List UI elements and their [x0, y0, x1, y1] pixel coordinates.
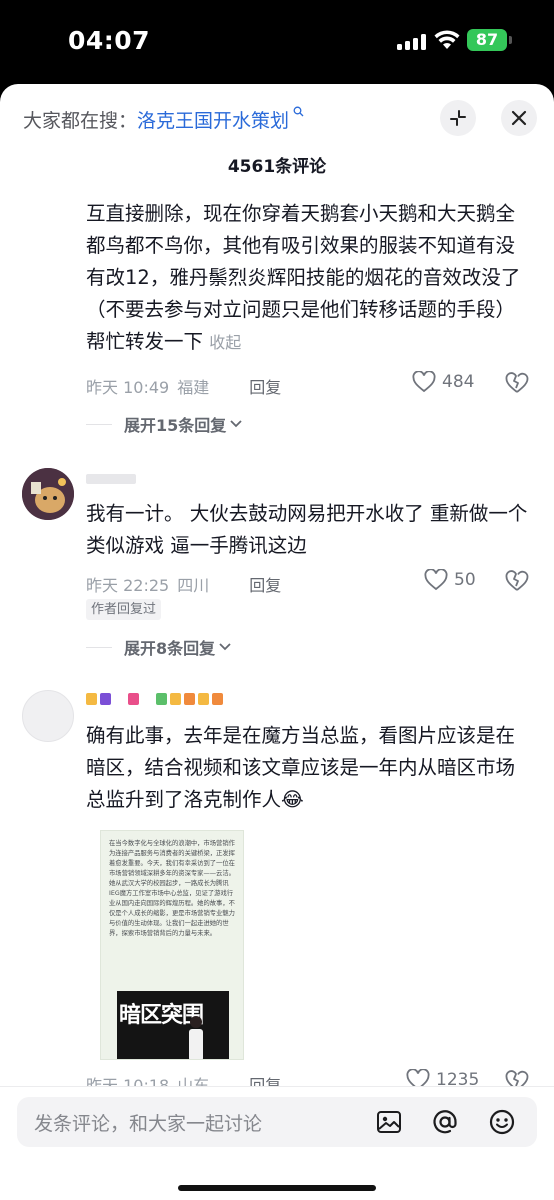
broken-heart-icon[interactable]: [505, 372, 529, 394]
close-button[interactable]: [501, 100, 537, 136]
broken-heart-icon[interactable]: [505, 570, 529, 592]
collapse-link[interactable]: 收起: [209, 333, 241, 352]
comment-time: 昨天 10:49: [86, 378, 170, 397]
laughing-emoji: 😂: [281, 788, 304, 811]
battery-icon: 87: [467, 29, 507, 51]
home-indicator: [178, 1185, 376, 1191]
avatar-image: [22, 468, 74, 520]
comments-sheet: 大家都在搜：洛克王国开水策划 4561条评论 互直接删除，现在你穿着天鹅套小天鹅…: [0, 84, 554, 1200]
close-icon: [511, 110, 527, 126]
like-count: 50: [454, 570, 476, 590]
search-hint[interactable]: 大家都在搜：洛克王国开水策划: [23, 106, 304, 133]
comment-count: 4561条评论: [227, 157, 327, 177]
avatar[interactable]: [22, 690, 74, 742]
heart-icon: [424, 569, 448, 591]
wifi-icon: [434, 30, 460, 49]
chevron-down-icon: [230, 420, 242, 428]
expand-label: 展开15条回复: [124, 416, 227, 435]
expand-replies[interactable]: 展开15条回复: [86, 412, 242, 436]
avatar[interactable]: [22, 468, 74, 520]
reply-button[interactable]: 回复: [249, 378, 281, 397]
comment-text: 互直接删除，现在你穿着天鹅套小天鹅和大天鹅全都鸟都不鸟你，其他有吸引效果的服装不…: [86, 198, 531, 359]
comment-input[interactable]: 发条评论，和大家一起讨论: [17, 1097, 537, 1147]
comment-placeholder: 发条评论，和大家一起讨论: [34, 1113, 263, 1135]
search-hint-keyword[interactable]: 洛克王国开水策划: [137, 110, 289, 132]
image-icon[interactable]: [375, 1108, 403, 1136]
like-button[interactable]: 484: [412, 371, 474, 393]
person-figure: [189, 1016, 203, 1059]
image-article-text: 在当今数字化与全球化的浪潮中，市场营销作为连接产品服务与消费者的关键桥梁，正发挥…: [109, 840, 235, 937]
heart-icon: [412, 371, 436, 393]
shrink-button[interactable]: [440, 100, 476, 136]
shrink-icon: [450, 110, 466, 126]
divider-line: [86, 423, 112, 425]
status-bar: 04:07 87: [0, 0, 554, 84]
comment-meta: 昨天 22:25 四川 回复: [86, 572, 281, 596]
reply-button[interactable]: 回复: [249, 576, 281, 595]
mention-icon[interactable]: [431, 1108, 459, 1136]
like-button[interactable]: 50: [424, 569, 476, 591]
expand-replies[interactable]: 展开8条回复: [86, 635, 231, 659]
emoji-icon[interactable]: [488, 1108, 516, 1136]
chevron-down-icon: [219, 643, 231, 651]
like-count: 484: [442, 372, 475, 392]
comment-location: 福建: [177, 378, 210, 397]
expand-label: 展开8条回复: [124, 639, 216, 658]
status-time: 04:07: [68, 26, 151, 55]
comment-text: 我有一计。 大伙去鼓动网易把开水收了 重新做一个类似游戏 逼一手腾讯这边: [86, 502, 528, 557]
signal-icon: [397, 34, 427, 50]
author-replied-badge: 作者回复过: [86, 599, 162, 620]
comment-image[interactable]: 在当今数字化与全球化的浪潮中，市场营销作为连接产品服务与消费者的关键桥梁，正发挥…: [100, 830, 244, 1060]
username[interactable]: [86, 474, 136, 484]
username[interactable]: [86, 693, 223, 705]
comment-meta: 昨天 10:49 福建 回复: [86, 374, 281, 398]
search-hint-label: 大家都在搜：: [23, 110, 138, 132]
image-photo: 暗区突围: [117, 991, 229, 1059]
comment-text: 确有此事，去年是在魔方当总监，看图片应该是在暗区，结合视频和该文章应该是一年内从…: [86, 720, 531, 816]
comment-location: 四川: [177, 576, 210, 595]
comment-body: 互直接删除，现在你穿着天鹅套小天鹅和大天鹅全都鸟都不鸟你，其他有吸引效果的服装不…: [86, 202, 521, 353]
search-icon: [289, 106, 304, 121]
divider-line: [86, 646, 112, 648]
comment-input-bar: 发条评论，和大家一起讨论: [0, 1086, 554, 1200]
battery-tip: [509, 36, 512, 44]
comment-time: 昨天 22:25: [86, 576, 170, 595]
